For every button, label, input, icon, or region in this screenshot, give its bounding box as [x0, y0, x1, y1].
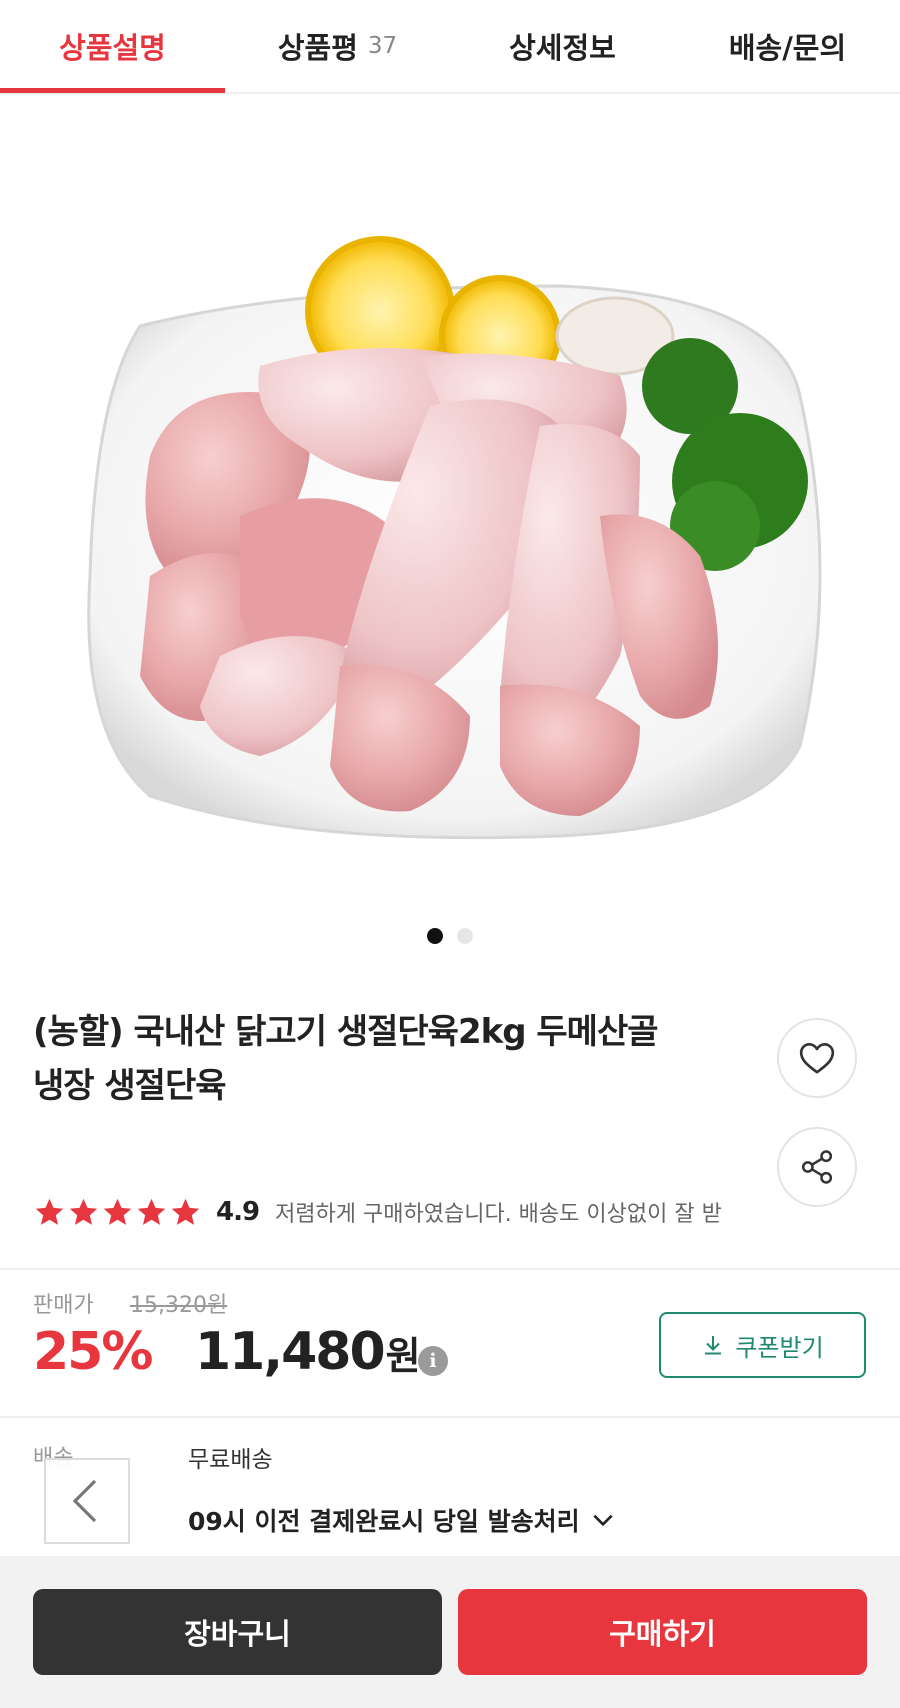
sale-price-amount: 11,480: [195, 1322, 386, 1382]
tab-label: 배송/문의: [728, 31, 847, 65]
review-count: 37: [367, 33, 398, 59]
tab-label: 상품평: [277, 31, 358, 65]
wishlist-button[interactable]: [777, 1018, 857, 1098]
heart-icon: [799, 1043, 835, 1074]
star-icon: [137, 1198, 166, 1225]
coupon-download-button[interactable]: 쿠폰받기: [659, 1312, 866, 1378]
cart-button-label: 장바구니: [184, 1617, 291, 1651]
original-price: 15,320원: [130, 1293, 228, 1318]
coupon-button-label: 쿠폰받기: [735, 1333, 824, 1362]
product-title: (농할) 국내산 닭고기 생절단육2kg 두메산골 냉장 생절단육: [33, 1005, 773, 1113]
sale-price-unit: 원: [385, 1334, 421, 1378]
product-title-line: 냉장 생절단육: [33, 1066, 227, 1106]
tab-reviews[interactable]: 상품평 37: [225, 0, 450, 92]
rating-summary[interactable]: 4.9 저렴하게 구매하였습니다. 배송도 이상없이 잘 받: [33, 1192, 773, 1232]
image-pagination: [0, 928, 900, 944]
download-icon: [705, 1336, 722, 1355]
section-divider: [0, 1268, 900, 1270]
buy-now-button[interactable]: 구매하기: [458, 1589, 867, 1675]
pagination-dot[interactable]: [457, 928, 473, 944]
chevron-left-icon: [72, 1479, 97, 1523]
share-button[interactable]: [777, 1127, 857, 1207]
star-icon: [69, 1198, 98, 1225]
tab-label: 상품설명: [59, 31, 166, 65]
rating-score: 4.9: [216, 1197, 260, 1227]
section-divider: [0, 1416, 900, 1418]
active-tab-indicator: [0, 88, 225, 93]
star-rating: [33, 1196, 202, 1229]
product-title-line: (농할) 국내산 닭고기 생절단육2kg 두메산골: [33, 1012, 659, 1052]
tab-bar: 상품설명 상품평 37 상세정보 배송/문의: [0, 0, 900, 94]
tab-product-description[interactable]: 상품설명: [0, 0, 225, 92]
share-icon: [801, 1150, 833, 1184]
chevron-down-icon: [593, 1514, 613, 1527]
star-icon: [103, 1198, 132, 1225]
price-label: 판매가: [33, 1293, 94, 1318]
product-image[interactable]: [0, 96, 900, 956]
discount-rate: 25%: [33, 1322, 153, 1382]
price-info-icon[interactable]: i: [418, 1346, 448, 1376]
chicken-plate-illustration: [87, 236, 822, 840]
shipping-type: 무료배송: [188, 1447, 273, 1473]
star-icon: [171, 1198, 200, 1225]
review-snippet: 저렴하게 구매하였습니다. 배송도 이상없이 잘 받: [275, 1202, 722, 1227]
pagination-dot-active[interactable]: [427, 928, 443, 944]
sale-price: 11,480원: [195, 1322, 421, 1382]
tab-label: 상세정보: [509, 31, 616, 65]
tab-shipping-inquiry[interactable]: 배송/문의: [675, 0, 900, 92]
shipping-note-toggle[interactable]: 09시 이전 결제완료시 당일 발송처리: [188, 1502, 616, 1538]
tab-detail-info[interactable]: 상세정보: [450, 0, 675, 92]
buy-button-label: 구매하기: [609, 1617, 716, 1651]
add-to-cart-button[interactable]: 장바구니: [33, 1589, 442, 1675]
shipping-note: 09시 이전 결제완료시 당일 발송처리: [188, 1507, 580, 1536]
back-button[interactable]: [44, 1458, 130, 1544]
star-icon: [35, 1198, 64, 1225]
